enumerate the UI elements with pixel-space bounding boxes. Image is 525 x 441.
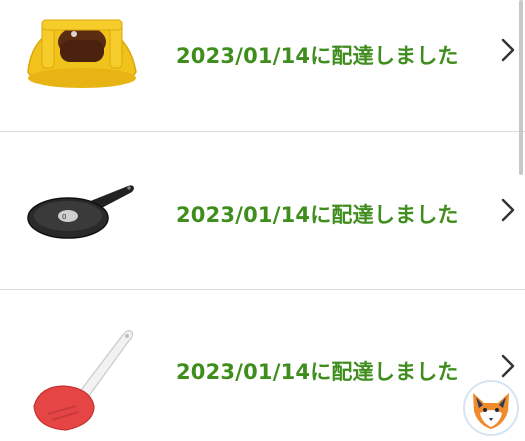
delivery-status: 2023/01/14に配達しました [176,203,459,227]
order-row[interactable]: 2023/01/14に配達しました [0,0,525,131]
order-row[interactable]: 2023/01/14に配達しました [0,290,525,441]
order-list: 2023/01/14に配達しました 0 2023/01/14に配達しました 20… [0,0,525,441]
chevron-right-icon[interactable] [498,36,518,64]
delivery-status: 2023/01/14に配達しました [176,44,459,68]
delivery-status: 2023/01/14に配達しました [176,360,459,384]
order-row[interactable]: 0 2023/01/14に配達しました [0,132,525,288]
product-image-frying-pan: 0 [27,185,134,239]
product-image-red-spatula [33,330,134,431]
product-image-yellow-lid [27,19,137,88]
chevron-right-icon[interactable] [498,352,518,380]
chevron-right-icon[interactable] [498,196,518,224]
fox-logo-icon [463,380,519,436]
scrollbar[interactable] [519,0,523,175]
svg-text:0: 0 [62,213,66,221]
